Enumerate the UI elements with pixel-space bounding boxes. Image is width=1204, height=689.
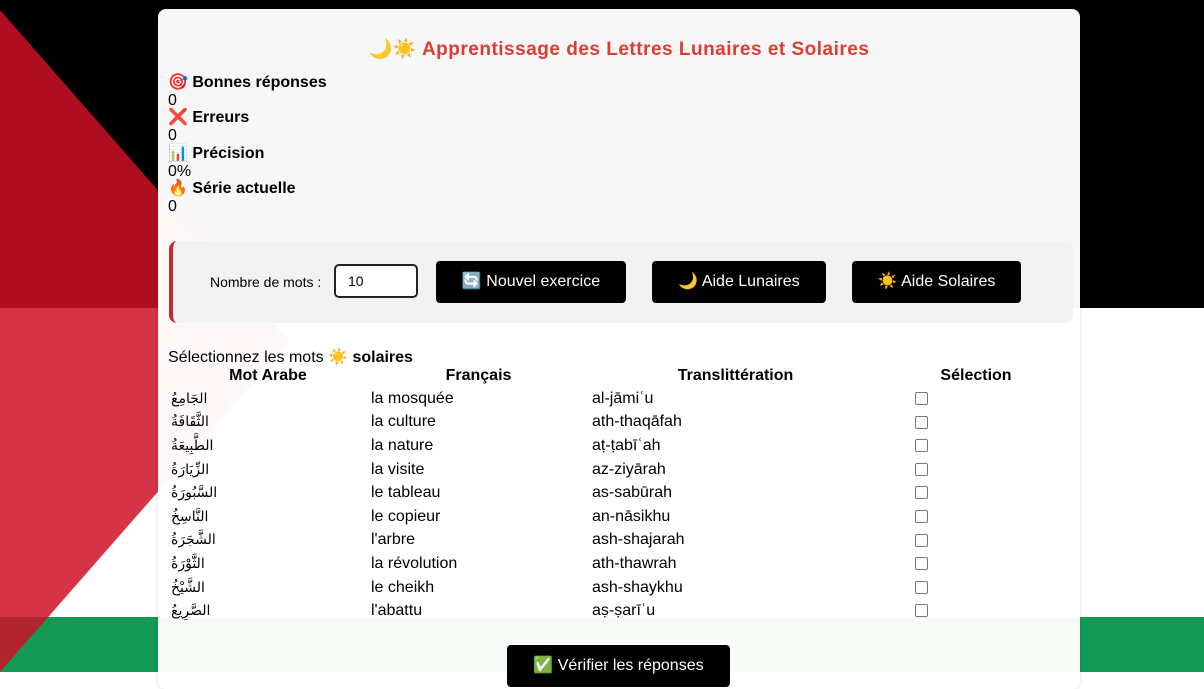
arabic-word: النَّاسِخُ <box>171 508 209 525</box>
transliteration: as-sabūrah <box>592 484 673 502</box>
selection-cell <box>882 458 1070 482</box>
verify-answers-button[interactable]: ✅ Vérifier les réponses <box>507 645 730 687</box>
selection-cell <box>882 529 1070 553</box>
controls-panel: Nombre de mots : 10 🔄 Nouvel exercice 🌙 … <box>169 241 1073 323</box>
french-word: la mosquée <box>371 389 454 407</box>
header-translit: Translittération <box>677 367 794 384</box>
table-row: الثَّقَافَةُ la culture ath-thaqāfah <box>168 411 1070 435</box>
stat-correct-value: 0 <box>168 91 177 109</box>
header-arabic: Mot Arabe <box>229 367 307 384</box>
selection-cell <box>882 552 1070 576</box>
french-word: la culture <box>371 413 436 431</box>
lunar-help-button[interactable]: 🌙 Aide Lunaires <box>652 261 826 303</box>
table-header-row: Mot Arabe Français Translittération Séle… <box>168 365 1070 387</box>
selection-cell <box>882 387 1070 411</box>
select-checkbox[interactable] <box>915 580 928 594</box>
table-row: الثَّوْرَةُ la révolution ath-thawrah <box>168 552 1070 576</box>
french-word: la nature <box>371 436 434 454</box>
table-row: الزِّيَارَةُ la visite az-ziyārah <box>168 458 1070 482</box>
table-row: السَّبُورَةُ le tableau as-sabūrah <box>168 481 1070 505</box>
select-checkbox[interactable] <box>915 415 928 429</box>
french-word: la visite <box>371 460 425 478</box>
select-checkbox[interactable] <box>915 604 928 618</box>
header-french: Français <box>445 367 512 384</box>
main-card: 🌙☀️ Apprentissage des Lettres Lunaires e… <box>158 9 1080 689</box>
arabic-word: الطَّبِيعَةُ <box>171 437 214 454</box>
table-row: الشَّجَرَةُ l'arbre ash-shajarah <box>168 529 1070 553</box>
transliteration: al-jāmiʿu <box>592 389 654 407</box>
instruction-prefix: Sélectionnez les mots ☀️ <box>168 349 348 366</box>
stat-streak-value: 0 <box>168 197 177 215</box>
transliteration: ash-shaykhu <box>592 578 683 596</box>
french-word: le cheikh <box>371 578 435 596</box>
arabic-word: الثَّقَافَةُ <box>171 414 209 431</box>
transliteration: aṣ-ṣarīʿu <box>592 602 656 620</box>
table-row: الشَّيْخُ le cheikh ash-shaykhu <box>168 576 1070 600</box>
select-checkbox[interactable] <box>915 486 928 500</box>
arabic-word: السَّبُورَةُ <box>171 485 218 502</box>
stat-precision-value: 0% <box>168 162 192 180</box>
transliteration: az-ziyārah <box>592 460 666 478</box>
arabic-word: الشَّيْخُ <box>171 579 205 596</box>
transliteration: aṭ-ṭabīʿah <box>592 436 661 454</box>
header-selection: Sélection <box>940 367 1012 384</box>
select-checkbox[interactable] <box>915 439 928 453</box>
stat-errors-label: ❌ Erreurs <box>168 109 250 127</box>
stat-precision-label: 📊 Précision <box>168 144 265 162</box>
table-row: الجَامِعُ la mosquée al-jāmiʿu <box>168 387 1070 411</box>
word-count-input[interactable]: 10 <box>334 264 418 298</box>
table-row: الصَّرِيعُ l'abattu aṣ-ṣarīʿu <box>168 599 1070 623</box>
table-row: الطَّبِيعَةُ la nature aṭ-ṭabīʿah <box>168 434 1070 458</box>
french-word: l'arbre <box>371 531 415 549</box>
page-title: 🌙☀️ Apprentissage des Lettres Lunaires e… <box>368 39 870 60</box>
stat-streak-label: 🔥 Série actuelle <box>168 180 296 198</box>
instruction-text: Sélectionnez les mots ☀️ solaires <box>168 347 413 367</box>
arabic-word: الشَّجَرَةُ <box>171 532 216 549</box>
transliteration: ath-thawrah <box>592 554 677 572</box>
selection-cell <box>882 505 1070 529</box>
transliteration: an-nāsikhu <box>592 507 671 525</box>
french-word: la révolution <box>371 554 458 572</box>
french-word: le copieur <box>371 507 441 525</box>
select-checkbox[interactable] <box>915 462 928 476</box>
stats-panel: 🎯 Bonnes réponses 0 ❌ Erreurs 0 📊 Précis… <box>168 74 327 216</box>
transliteration: ath-thaqāfah <box>592 413 682 431</box>
word-count-label: Nombre de mots : <box>210 274 322 290</box>
select-checkbox[interactable] <box>915 557 928 571</box>
table-row: النَّاسِخُ le copieur an-nāsikhu <box>168 505 1070 529</box>
select-checkbox[interactable] <box>915 510 928 524</box>
selection-cell <box>882 434 1070 458</box>
solar-help-button[interactable]: ☀️ Aide Solaires <box>852 261 1021 303</box>
instruction-emphasis: solaires <box>352 349 413 366</box>
arabic-word: الثَّوْرَةُ <box>171 555 205 572</box>
words-table: Mot Arabe Français Translittération Séle… <box>168 365 1070 623</box>
stat-errors-value: 0 <box>168 127 177 145</box>
transliteration: ash-shajarah <box>592 531 685 549</box>
arabic-word: الصَّرِيعُ <box>171 603 211 620</box>
arabic-word: الجَامِعُ <box>171 390 208 407</box>
selection-cell <box>882 411 1070 435</box>
stat-correct-label: 🎯 Bonnes réponses <box>168 74 327 91</box>
selection-cell <box>882 599 1070 623</box>
french-word: l'abattu <box>371 602 423 620</box>
french-word: le tableau <box>371 484 441 502</box>
arabic-word: الزِّيَارَةُ <box>171 461 210 478</box>
selection-cell <box>882 481 1070 505</box>
select-checkbox[interactable] <box>915 392 928 406</box>
selection-cell <box>882 576 1070 600</box>
new-exercise-button[interactable]: 🔄 Nouvel exercice <box>436 261 626 303</box>
select-checkbox[interactable] <box>915 533 928 547</box>
